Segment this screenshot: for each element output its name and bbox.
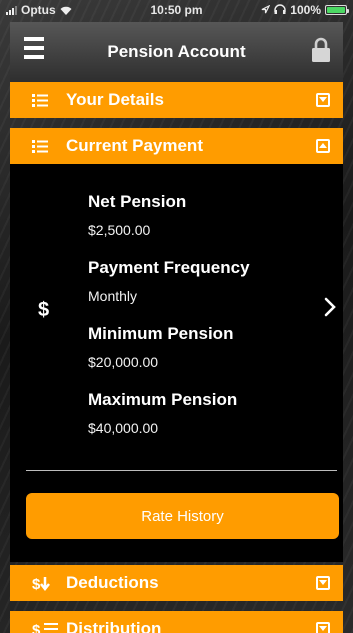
- list-icon: [10, 139, 66, 153]
- maximum-pension-value: $40,000.00: [88, 420, 159, 436]
- status-left: Optus: [6, 3, 126, 17]
- accordion-label: Your Details: [66, 90, 164, 109]
- rate-history-button[interactable]: Rate History: [26, 493, 339, 539]
- battery-percent: 100%: [290, 3, 321, 17]
- accordion-current-payment[interactable]: Current Payment: [10, 128, 343, 164]
- location-icon: [261, 3, 271, 17]
- lock-icon[interactable]: [311, 37, 331, 68]
- status-right: 100%: [227, 3, 349, 17]
- list-icon: [10, 93, 66, 107]
- signal-icon: [6, 5, 17, 15]
- minimum-pension-title: Minimum Pension: [88, 324, 234, 343]
- payment-frequency-value: Monthly: [88, 288, 138, 304]
- maximum-pension-title: Maximum Pension: [88, 390, 238, 409]
- current-payment-panel: $ Net Pension $2,500.00 Payment Frequenc…: [10, 164, 343, 562]
- chevron-down-icon[interactable]: [316, 576, 330, 590]
- accordion-your-details[interactable]: Your Details: [10, 82, 343, 118]
- nav-bar: Pension Account: [10, 22, 343, 82]
- accordion-label: Distribution: [66, 619, 162, 633]
- chevron-down-icon[interactable]: [316, 622, 330, 633]
- payment-frequency-title: Payment Frequency: [88, 258, 250, 277]
- status-time: 10:50 pm: [150, 3, 203, 17]
- accordion-deductions[interactable]: $ Deductions: [10, 565, 343, 601]
- divider: [26, 470, 337, 471]
- net-pension-value: $2,500.00: [88, 222, 151, 238]
- svg-text:$: $: [32, 622, 41, 633]
- chevron-up-icon[interactable]: [316, 139, 330, 153]
- dollar-icon: $: [38, 299, 50, 321]
- dollar-down-icon: $: [10, 575, 66, 591]
- svg-text:$: $: [32, 576, 41, 591]
- page-title: Pension Account: [107, 42, 246, 61]
- battery-icon: [325, 5, 349, 15]
- headphones-icon: [274, 3, 286, 17]
- accordion-label: Deductions: [66, 573, 159, 592]
- net-pension-title: Net Pension: [88, 192, 187, 211]
- accordion-distribution[interactable]: $ Distribution: [10, 611, 343, 633]
- hamburger-icon[interactable]: [24, 37, 44, 65]
- chevron-right-icon[interactable]: [323, 296, 337, 323]
- wifi-icon: [60, 6, 72, 15]
- chevron-down-icon[interactable]: [316, 93, 330, 107]
- carrier-label: Optus: [21, 3, 56, 17]
- minimum-pension-value: $20,000.00: [88, 354, 159, 370]
- status-bar: Optus 10:50 pm 100%: [0, 0, 353, 20]
- dollar-list-icon: $: [10, 621, 66, 633]
- accordion-label: Current Payment: [66, 136, 203, 155]
